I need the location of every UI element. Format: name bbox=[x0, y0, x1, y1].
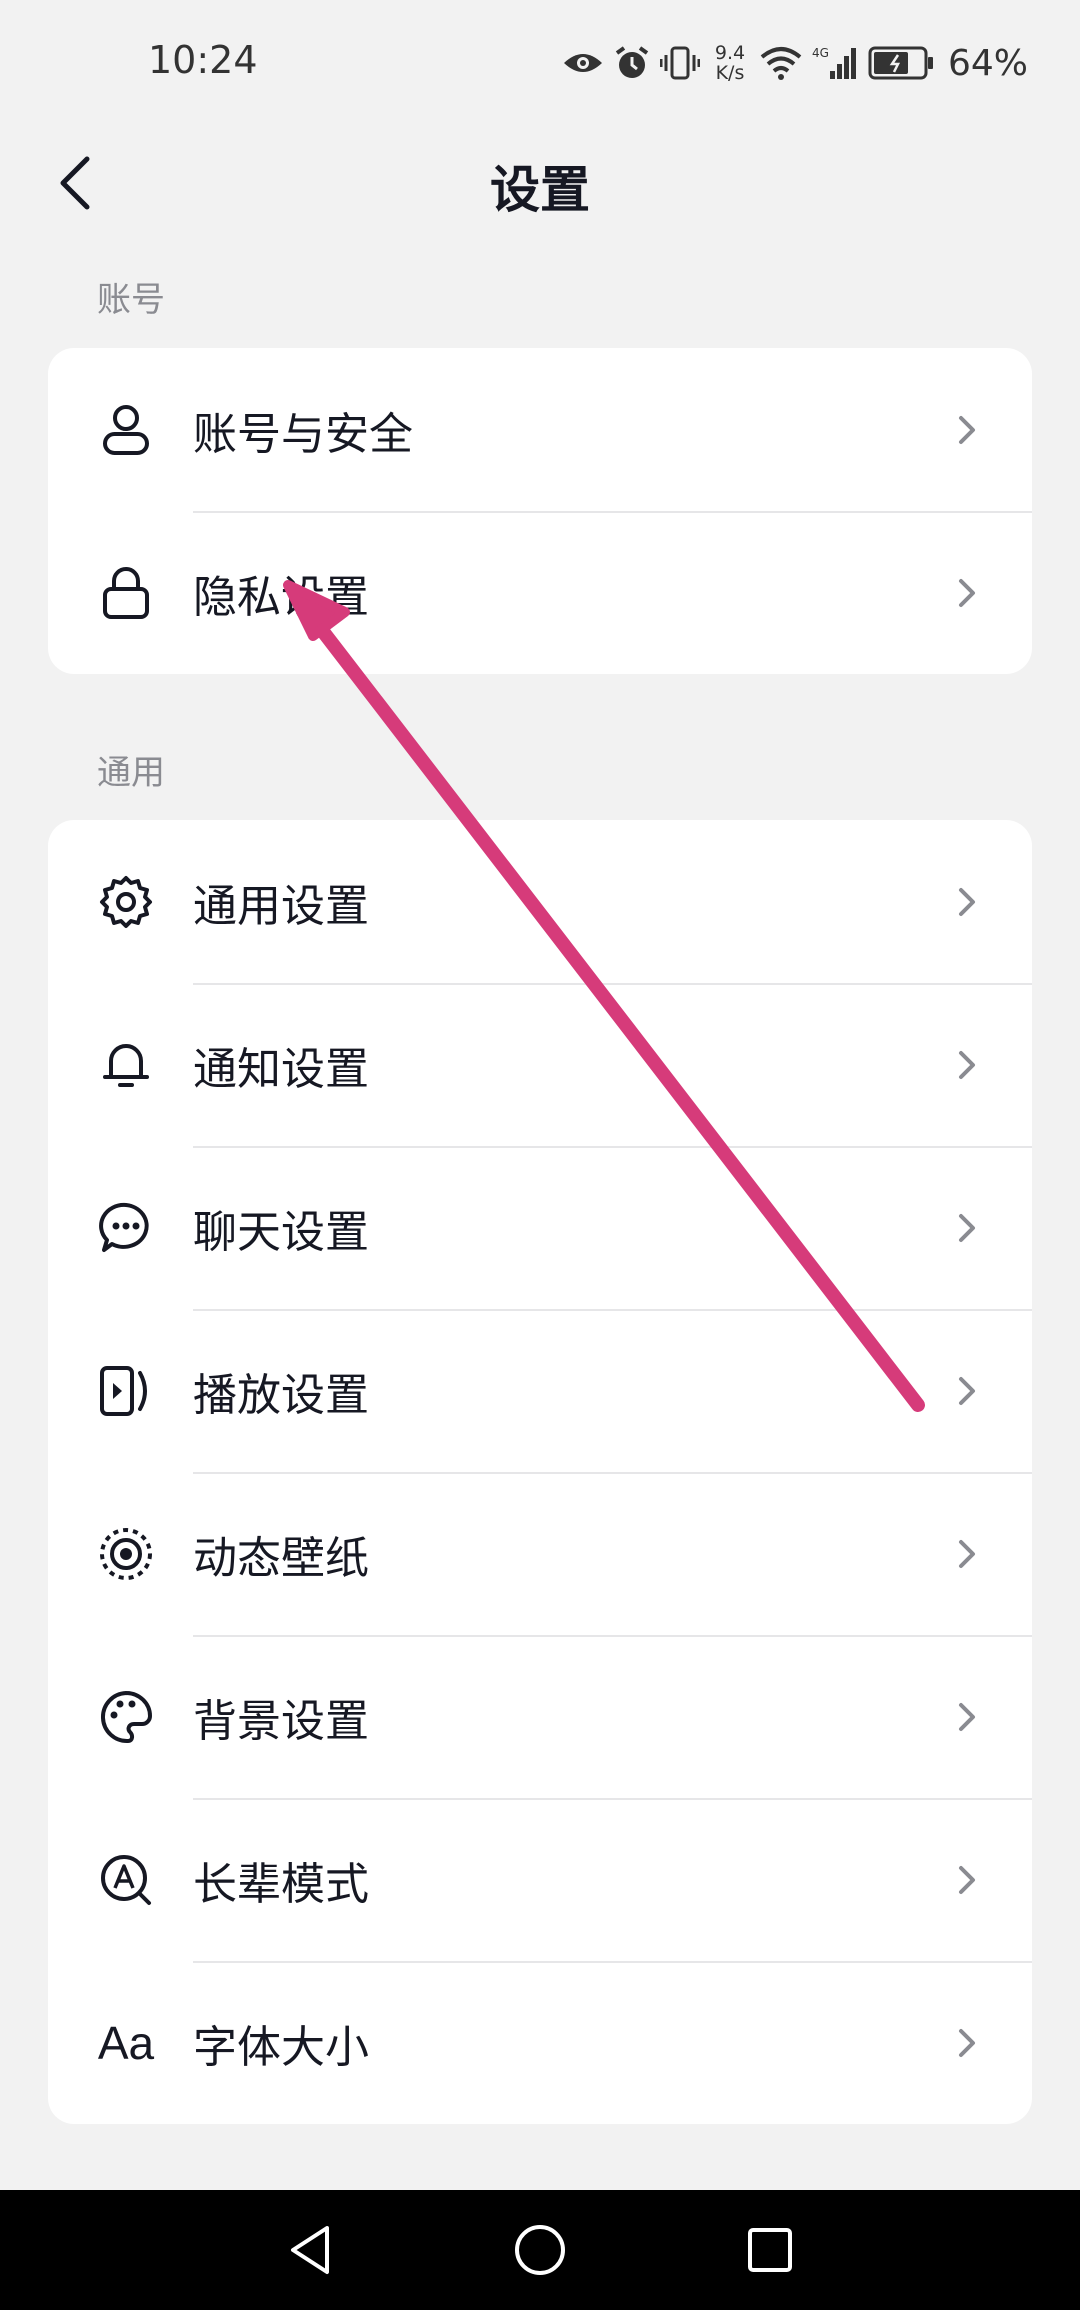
chevron-right-icon bbox=[959, 1213, 975, 1242]
row-general-settings[interactable]: 通用设置 bbox=[48, 820, 1032, 983]
vibrate-icon bbox=[659, 46, 700, 80]
row-font-size[interactable]: Aa 字体大小 bbox=[48, 1961, 1032, 2124]
row-label: 通用设置 bbox=[193, 880, 369, 932]
play-icon bbox=[98, 1363, 154, 1419]
header: 设置 bbox=[0, 128, 1080, 238]
row-label: 背景设置 bbox=[193, 1695, 369, 1747]
row-label: 账号与安全 bbox=[193, 408, 413, 460]
chevron-right-icon bbox=[959, 1539, 975, 1568]
row-label: 播放设置 bbox=[193, 1369, 369, 1421]
elder-mode-icon bbox=[98, 1852, 154, 1908]
net-speed-value: 9.4 bbox=[714, 42, 746, 64]
row-label: 长辈模式 bbox=[193, 1858, 369, 1910]
net-speed-unit: K/s bbox=[715, 62, 745, 84]
row-elder-mode[interactable]: 长辈模式 bbox=[48, 1798, 1032, 1961]
signal-icon: 4G bbox=[812, 46, 856, 79]
section-label-general: 通用 bbox=[97, 753, 165, 793]
status-bar: 10:24 9.4 K/s 4G 64% bbox=[0, 0, 1080, 128]
chevron-right-icon bbox=[959, 2028, 975, 2057]
status-icons: 9.4 K/s 4G 64% bbox=[562, 38, 1028, 88]
triangle-back-icon bbox=[291, 2226, 329, 2274]
chat-bubble-icon bbox=[98, 1200, 154, 1256]
row-label: 通知设置 bbox=[193, 1043, 369, 1095]
row-label: 隐私设置 bbox=[193, 571, 369, 623]
chevron-right-icon bbox=[959, 578, 975, 607]
page-title: 设置 bbox=[490, 161, 590, 219]
font-size-icon: Aa bbox=[98, 2015, 154, 2071]
lock-icon bbox=[98, 565, 154, 621]
alarm-icon bbox=[615, 46, 649, 78]
section-label-account: 账号 bbox=[97, 280, 165, 320]
circle-home-icon bbox=[515, 2225, 565, 2275]
general-card: 通用设置 通知设置 聊天设置 播放设置 动态壁纸 背景设置 长辈模式 Aa 字体… bbox=[48, 820, 1032, 2124]
person-icon bbox=[98, 402, 154, 458]
palette-icon bbox=[98, 1689, 154, 1745]
battery-percent: 64% bbox=[947, 42, 1028, 84]
account-card: 账号与安全 隐私设置 bbox=[48, 348, 1032, 674]
row-playback-settings[interactable]: 播放设置 bbox=[48, 1309, 1032, 1472]
eye-icon bbox=[563, 54, 602, 72]
chevron-right-icon bbox=[959, 415, 975, 444]
net-speed: 9.4 K/s bbox=[710, 43, 750, 83]
nav-recents-button[interactable] bbox=[740, 2220, 800, 2280]
chevron-right-icon bbox=[959, 1702, 975, 1731]
row-live-wallpaper[interactable]: 动态壁纸 bbox=[48, 1472, 1032, 1635]
nav-home-button[interactable] bbox=[510, 2220, 570, 2280]
row-account-security[interactable]: 账号与安全 bbox=[48, 348, 1032, 511]
row-privacy-settings[interactable]: 隐私设置 bbox=[48, 511, 1032, 674]
chevron-right-icon bbox=[959, 887, 975, 916]
chevron-right-icon bbox=[959, 1050, 975, 1079]
battery-icon bbox=[868, 46, 933, 80]
row-notification-settings[interactable]: 通知设置 bbox=[48, 983, 1032, 1146]
row-label: 聊天设置 bbox=[193, 1206, 369, 1258]
wallpaper-icon bbox=[98, 1526, 154, 1582]
status-time: 10:24 bbox=[148, 38, 258, 82]
row-label: 字体大小 bbox=[193, 2021, 369, 2073]
nav-back-button[interactable] bbox=[280, 2220, 340, 2280]
network-type-text: 4G bbox=[812, 46, 829, 60]
row-label: 动态壁纸 bbox=[193, 1532, 369, 1584]
system-nav-bar bbox=[0, 2190, 1080, 2310]
wifi-icon bbox=[760, 47, 802, 80]
chevron-right-icon bbox=[959, 1865, 975, 1894]
row-background-settings[interactable]: 背景设置 bbox=[48, 1635, 1032, 1798]
square-recents-icon bbox=[748, 2228, 792, 2272]
bell-icon bbox=[98, 1037, 154, 1093]
row-chat-settings[interactable]: 聊天设置 bbox=[48, 1146, 1032, 1309]
chevron-right-icon bbox=[959, 1376, 975, 1405]
font-size-icon-text: Aa bbox=[97, 2016, 155, 2069]
gear-icon bbox=[98, 874, 154, 930]
